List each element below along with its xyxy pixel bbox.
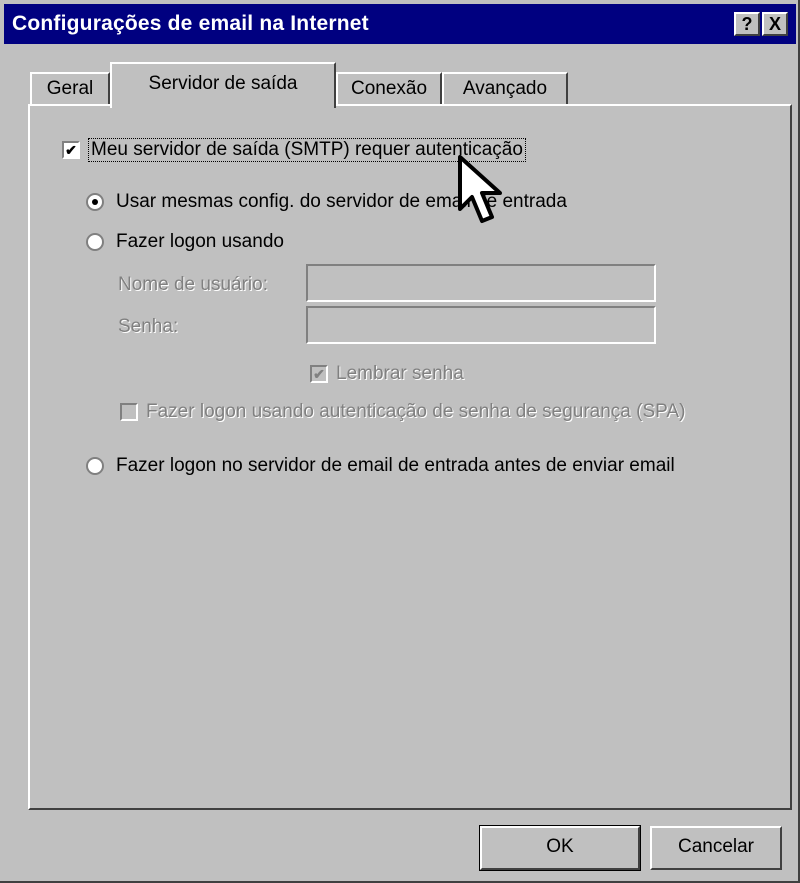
spa-option[interactable]: Fazer logon usando autenticação de senha… (120, 398, 685, 426)
remember-password-checkbox[interactable]: ✔ (310, 365, 328, 383)
logon-using-label: Fazer logon usando (116, 231, 284, 252)
tab-avancado[interactable]: Avançado (442, 72, 568, 106)
same-config-radio[interactable] (86, 193, 104, 211)
remember-password-option[interactable]: ✔ Lembrar senha (310, 360, 464, 388)
spa-checkbox[interactable] (120, 403, 138, 421)
smtp-auth-option[interactable]: ✔ Meu servidor de saída (SMTP) requer au… (62, 136, 526, 164)
logon-before-send-option[interactable]: Fazer logon no servidor de email de entr… (86, 452, 675, 480)
ok-button[interactable]: OK (479, 825, 641, 871)
tab-conexao[interactable]: Conexão (336, 72, 442, 106)
username-label: Nome de usuário: (118, 274, 268, 295)
username-field[interactable] (306, 264, 656, 302)
tab-servidor-de-saida[interactable]: Servidor de saída (110, 62, 336, 108)
password-field[interactable] (306, 306, 656, 344)
spa-label: Fazer logon usando autenticação de senha… (146, 401, 686, 422)
help-icon: ? (741, 14, 753, 34)
cancel-button[interactable]: Cancelar (650, 826, 782, 870)
smtp-auth-checkbox[interactable]: ✔ (62, 141, 80, 159)
close-icon: X (768, 14, 781, 34)
title-bar[interactable]: Configurações de email na Internet ? X (4, 4, 796, 44)
close-button[interactable]: X (762, 12, 788, 36)
email-settings-dialog: Configurações de email na Internet ? X G… (0, 0, 800, 883)
mouse-cursor-icon (458, 155, 502, 223)
password-label: Senha: (118, 316, 179, 337)
logon-before-send-radio[interactable] (86, 457, 104, 475)
logon-before-send-label: Fazer logon no servidor de email de entr… (116, 455, 675, 476)
logon-using-radio[interactable] (86, 233, 104, 251)
remember-password-label: Lembrar senha (336, 363, 464, 384)
logon-using-option[interactable]: Fazer logon usando (86, 228, 284, 256)
help-button[interactable]: ? (734, 12, 760, 36)
window-title: Configurações de email na Internet (12, 12, 369, 35)
tab-geral[interactable]: Geral (30, 72, 110, 106)
